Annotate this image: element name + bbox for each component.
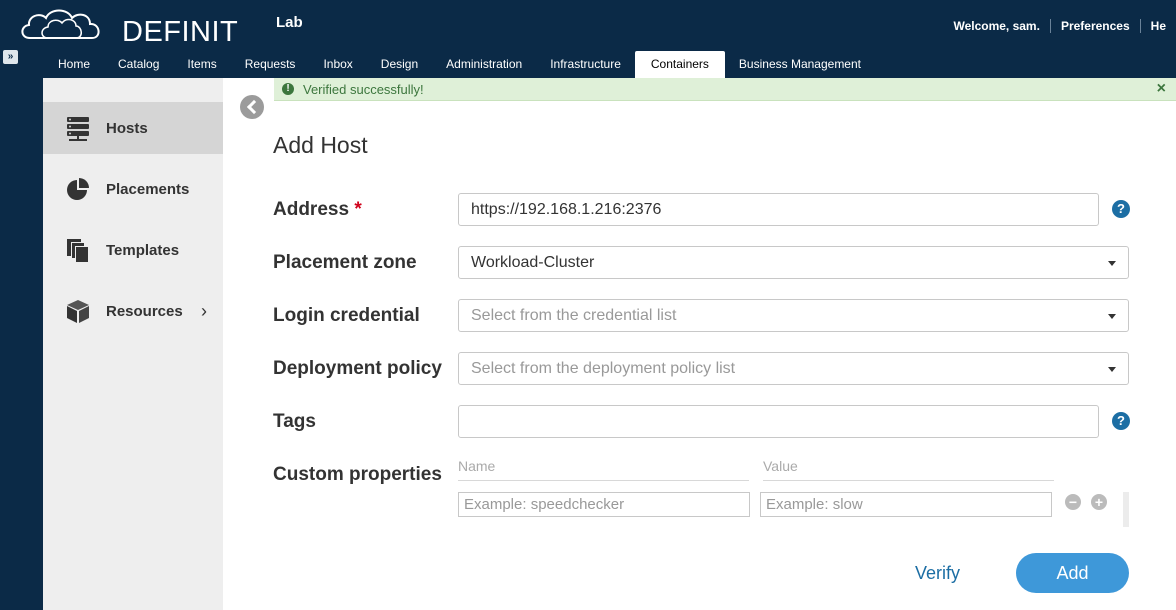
required-mark: * [354,199,362,220]
tab-catalog[interactable]: Catalog [104,51,173,78]
tab-infrastructure[interactable]: Infrastructure [536,51,635,78]
sidebar-item-label: Resources [106,302,183,320]
cube-icon [67,300,89,323]
alert-icon: ! [282,83,294,95]
sidebar-item-label: Placements [106,180,190,198]
welcome-text: Welcome, sam. [953,19,1040,33]
sidebar-item-label: Hosts [106,119,148,137]
deployment-policy-placeholder: Select from the deployment policy list [471,360,736,377]
server-icon [67,117,89,141]
sidebar-item-placements[interactable]: Placements [43,163,223,215]
placement-zone-value: Workload-Cluster [471,254,595,271]
user-links: Welcome, sam. Preferences He [943,19,1176,33]
caret-down-icon [1108,261,1116,266]
deployment-policy-label: Deployment policy [273,358,442,379]
expand-panel-icon[interactable]: » [3,50,18,64]
property-value-input[interactable]: Example: slow [760,492,1052,517]
copy-icon [67,239,89,263]
brand-logo[interactable]: DEFINIT [18,4,239,48]
property-name-input[interactable]: Example: speedchecker [458,492,750,517]
tenant-name: Lab [276,14,303,31]
login-credential-select[interactable]: Select from the credential list [458,299,1129,332]
help-link[interactable]: He [1139,19,1176,33]
verify-button[interactable]: Verify [915,563,960,584]
tab-items[interactable]: Items [173,51,230,78]
alert-message: Verified successfully! [303,82,424,97]
page-title: Add Host [273,132,368,158]
login-credential-placeholder: Select from the credential list [471,307,677,324]
caret-down-icon [1108,314,1116,319]
pie-chart-icon [67,178,89,200]
divider [763,480,1054,481]
add-button[interactable]: Add [1016,553,1129,593]
close-icon[interactable]: × [1157,80,1166,98]
tags-input[interactable] [458,405,1099,438]
address-input[interactable]: https://192.168.1.216:2376 [458,193,1099,226]
tab-home[interactable]: Home [44,51,104,78]
tab-inbox[interactable]: Inbox [309,51,366,78]
back-icon[interactable] [240,95,264,119]
placement-zone-select[interactable]: Workload-Cluster [458,246,1129,279]
help-icon[interactable]: ? [1112,200,1130,218]
help-icon[interactable]: ? [1112,412,1130,430]
properties-scrollbar[interactable] [1123,492,1129,527]
deployment-policy-select[interactable]: Select from the deployment policy list [458,352,1129,385]
sidebar-item-label: Templates [106,241,180,259]
sidebar-item-templates[interactable]: Templates [43,224,223,276]
sidebar: Hosts Placements Templates Resources › [43,78,233,610]
tab-design[interactable]: Design [367,51,432,78]
tab-requests[interactable]: Requests [231,51,310,78]
top-header: DEFINIT Lab Welcome, sam. Preferences He… [0,0,1176,78]
tab-administration[interactable]: Administration [432,51,536,78]
custom-properties-label: Custom properties [273,464,442,485]
sidebar-item-hosts[interactable]: Hosts [43,102,233,154]
main-nav: Home Catalog Items Requests Inbox Design… [44,51,875,78]
address-label-text: Address [273,199,350,220]
add-property-icon[interactable]: + [1091,494,1107,510]
divider [458,480,749,481]
placement-zone-label: Placement zone [273,252,417,273]
tags-label: Tags [273,411,316,432]
success-alert: ! Verified successfully! × [274,78,1176,101]
address-label: Address * [273,199,362,221]
tab-business-management[interactable]: Business Management [725,51,875,78]
remove-property-icon[interactable]: − [1065,494,1081,510]
left-strip: » [0,46,43,610]
chevron-right-icon: › [201,300,207,321]
sidebar-item-resources[interactable]: Resources › [43,285,223,337]
cloud-logo-icon [21,9,100,39]
login-credential-label: Login credential [273,305,420,326]
caret-down-icon [1108,367,1116,372]
main-panel: ! Verified successfully! × Add Host Addr… [223,78,1176,610]
name-column-header: Name [458,458,496,474]
value-column-header: Value [763,458,798,474]
brand-name: DEFINIT [122,16,239,48]
preferences-link[interactable]: Preferences [1049,19,1140,33]
tab-containers[interactable]: Containers [634,51,725,78]
